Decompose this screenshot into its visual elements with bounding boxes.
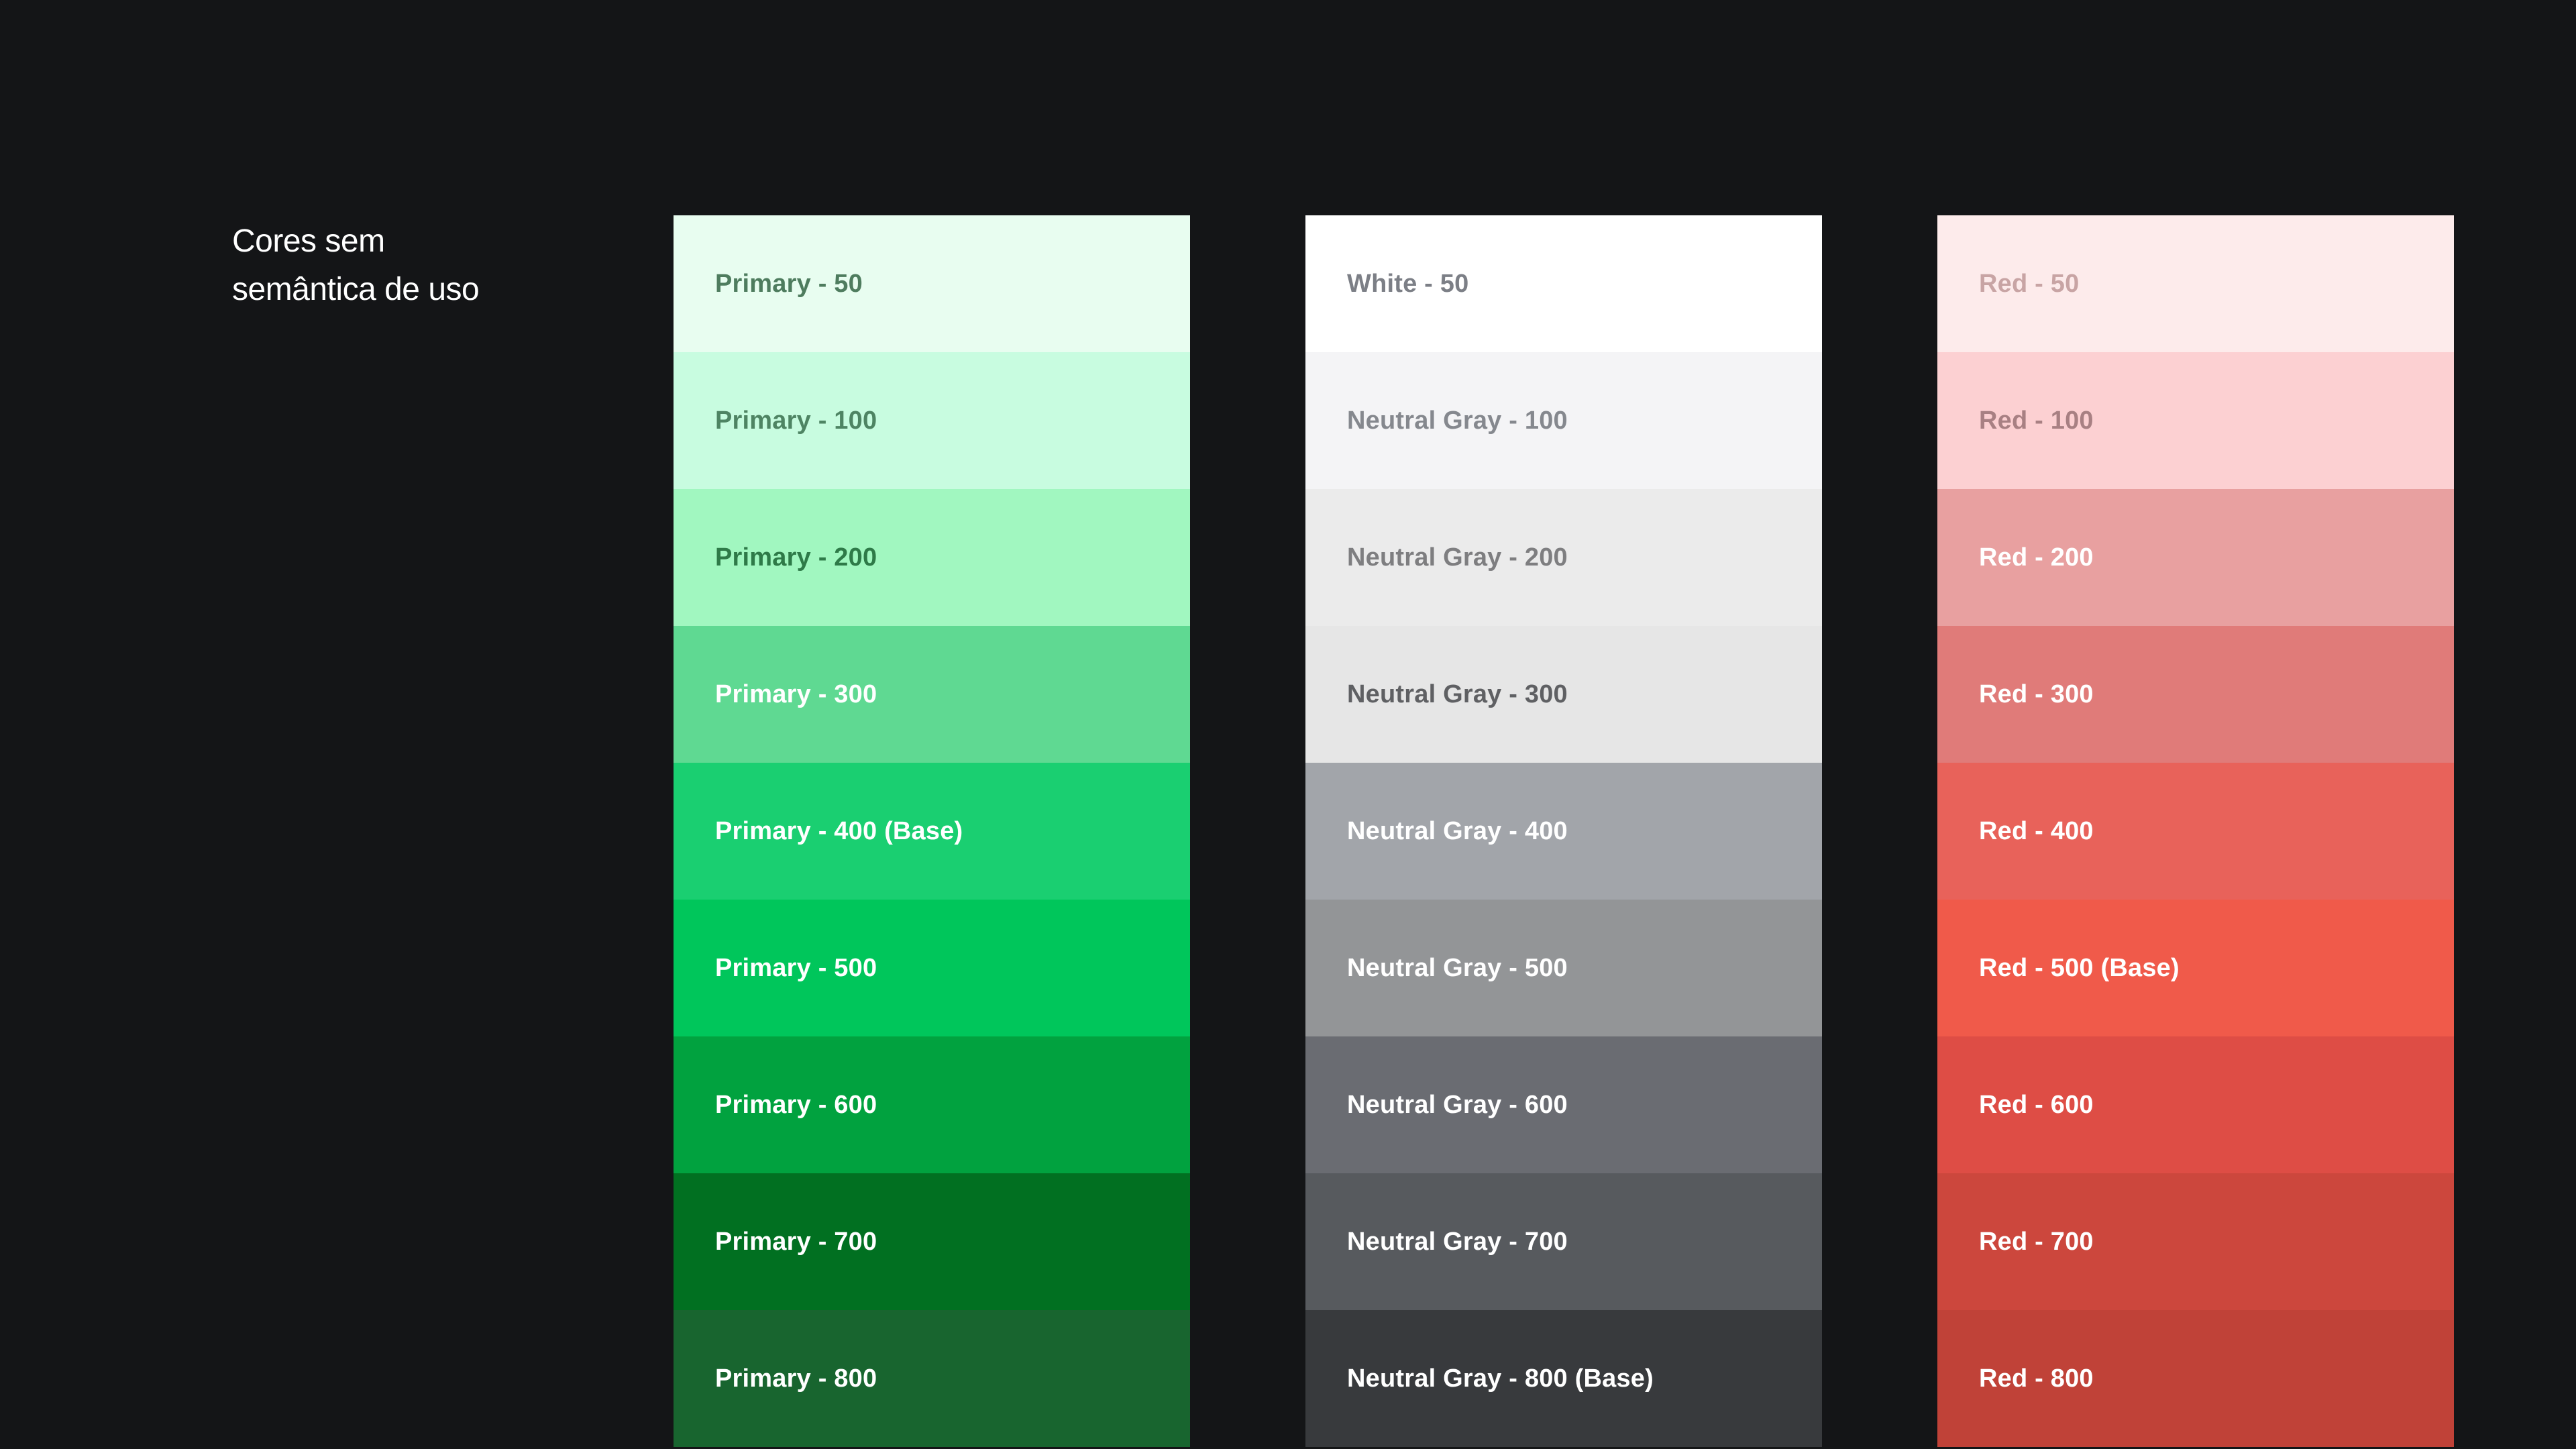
swatch-label: Primary - 600	[715, 1090, 877, 1119]
swatch-label: Primary - 100	[715, 406, 877, 435]
neutral-gray-palette: White - 50 Neutral Gray - 100 Neutral Gray…	[1305, 215, 1822, 1449]
neutral-swatch[interactable]: Neutral Gray - 600	[1305, 1036, 1822, 1173]
swatch-label: Primary - 300	[715, 680, 877, 708]
red-swatch[interactable]: Red - 300	[1937, 626, 2454, 763]
swatch-label: Neutral Gray - 100	[1347, 406, 1568, 435]
swatch-label: Primary - 800	[715, 1364, 877, 1393]
swatch-label: Primary - 700	[715, 1227, 877, 1256]
neutral-swatch[interactable]: Neutral Gray - 100	[1305, 352, 1822, 489]
swatch-label: Neutral Gray - 400	[1347, 816, 1568, 845]
primary-swatch[interactable]: Primary - 300	[674, 626, 1190, 763]
primary-swatch[interactable]: Primary - 800	[674, 1310, 1190, 1447]
swatch-label: Neutral Gray - 500	[1347, 953, 1568, 982]
section-title: Cores sem semântica de uso	[232, 217, 581, 314]
primary-swatch[interactable]: Primary - 600	[674, 1036, 1190, 1173]
primary-swatch[interactable]: Primary - 500	[674, 900, 1190, 1036]
red-swatch[interactable]: Red - 50	[1937, 215, 2454, 352]
red-palette: Red - 50 Red - 100 Red - 200 Red - 300 Red -…	[1937, 215, 2454, 1449]
neutral-swatch[interactable]: White - 50	[1305, 215, 1822, 352]
swatch-label: Neutral Gray - 700	[1347, 1227, 1568, 1256]
section-title-line-1: Cores sem	[232, 223, 385, 259]
red-swatch[interactable]: Red - 800	[1937, 1310, 2454, 1447]
neutral-swatch[interactable]: Neutral Gray - 500	[1305, 900, 1822, 1036]
swatch-label: Red - 100	[1979, 406, 2094, 435]
swatch-label: Neutral Gray - 800 (Base)	[1347, 1364, 1654, 1393]
swatch-label: Red - 50	[1979, 269, 2080, 298]
neutral-swatch[interactable]: Neutral Gray - 700	[1305, 1173, 1822, 1310]
swatch-label: Neutral Gray - 300	[1347, 680, 1568, 708]
swatch-label: Primary - 400 (Base)	[715, 816, 963, 845]
swatch-label: Red - 400	[1979, 816, 2094, 845]
neutral-swatch[interactable]: Neutral Gray - 400	[1305, 763, 1822, 900]
red-swatch[interactable]: Red - 500 (Base)	[1937, 900, 2454, 1036]
primary-swatch[interactable]: Primary - 200	[674, 489, 1190, 626]
red-swatch[interactable]: Red - 200	[1937, 489, 2454, 626]
neutral-swatch[interactable]: Neutral Gray - 200	[1305, 489, 1822, 626]
swatch-label: Red - 700	[1979, 1227, 2094, 1256]
swatch-label: Red - 300	[1979, 680, 2094, 708]
swatch-label: Primary - 50	[715, 269, 863, 298]
neutral-swatch[interactable]: Neutral Gray - 800 (Base)	[1305, 1310, 1822, 1447]
red-swatch[interactable]: Red - 400	[1937, 763, 2454, 900]
red-swatch[interactable]: Red - 600	[1937, 1036, 2454, 1173]
primary-swatch[interactable]: Primary - 700	[674, 1173, 1190, 1310]
primary-swatch[interactable]: Primary - 50	[674, 215, 1190, 352]
swatch-label: Red - 200	[1979, 543, 2094, 572]
primary-palette: Primary - 50 Primary - 100 Primary - 200 Pr…	[674, 215, 1190, 1449]
swatch-label: Red - 600	[1979, 1090, 2094, 1119]
section-title-line-2: semântica de uso	[232, 272, 480, 307]
swatch-label: Primary - 200	[715, 543, 877, 572]
swatch-label: Red - 500 (Base)	[1979, 953, 2180, 982]
swatch-label: Neutral Gray - 600	[1347, 1090, 1568, 1119]
primary-swatch[interactable]: Primary - 100	[674, 352, 1190, 489]
primary-swatch[interactable]: Primary - 400 (Base)	[674, 763, 1190, 900]
swatch-label: Neutral Gray - 200	[1347, 543, 1568, 572]
swatch-label: White - 50	[1347, 269, 1469, 298]
swatch-label: Red - 800	[1979, 1364, 2094, 1393]
red-swatch[interactable]: Red - 700	[1937, 1173, 2454, 1310]
neutral-swatch[interactable]: Neutral Gray - 300	[1305, 626, 1822, 763]
red-swatch[interactable]: Red - 100	[1937, 352, 2454, 489]
swatch-label: Primary - 500	[715, 953, 877, 982]
